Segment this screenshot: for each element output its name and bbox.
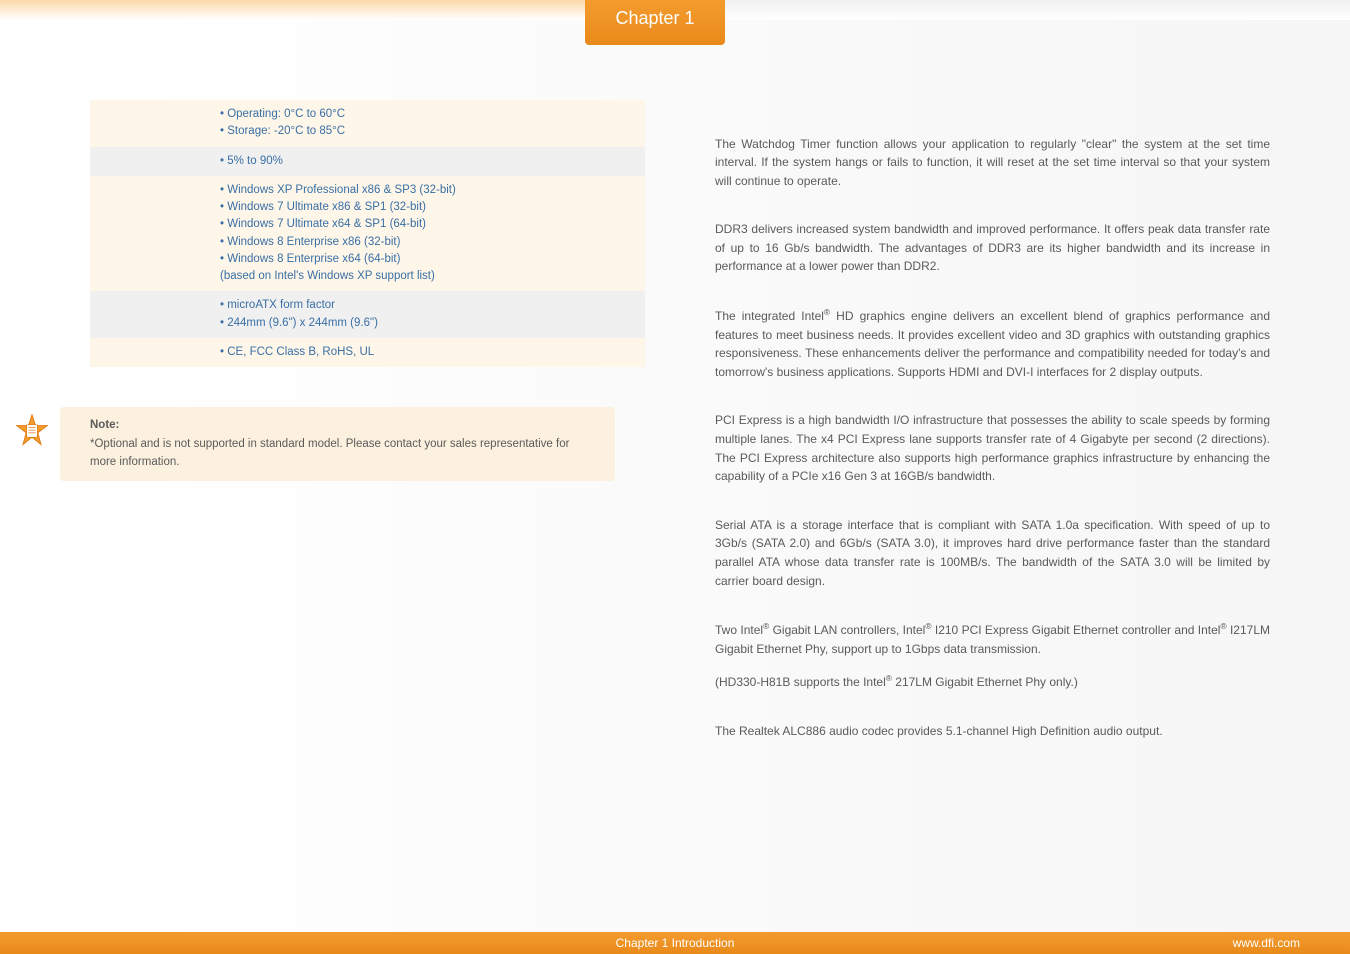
spec-label	[90, 176, 210, 292]
footer-url: www.dfi.com	[1233, 934, 1300, 952]
chapter-tab: Chapter 1	[585, 0, 725, 45]
spec-label	[90, 147, 210, 176]
note-icon	[14, 413, 50, 449]
feature-text: The Watchdog Timer function allows your …	[715, 135, 1270, 191]
feature-text: PCI Express is a high bandwidth I/O infr…	[715, 411, 1270, 485]
note-body: *Optional and is not supported in standa…	[90, 436, 590, 471]
feature-text: The Realtek ALC886 audio codec provides …	[715, 722, 1270, 741]
spec-value: • Operating: 0°C to 60°C • Storage: -20°…	[210, 100, 645, 147]
spec-value: • CE, FCC Class B, RoHS, UL	[210, 338, 645, 367]
spec-value: • Windows XP Professional x86 & SP3 (32-…	[210, 176, 645, 292]
note-title: Note:	[90, 417, 590, 434]
header-gradient-right	[725, 0, 1350, 20]
feature-block: Serial ATASerial ATA is a storage interf…	[715, 516, 1270, 590]
table-row: • Windows XP Professional x86 & SP3 (32-…	[90, 176, 645, 292]
spec-value: • microATX form factor • 244mm (9.6") x …	[210, 291, 645, 338]
feature-block: DDR3DDR3 delivers increased system bandw…	[715, 220, 1270, 276]
spec-label	[90, 291, 210, 338]
note-box: Note: *Optional and is not supported in …	[60, 407, 615, 481]
table-row: • Operating: 0°C to 60°C • Storage: -20°…	[90, 100, 645, 147]
feature-block: Gigabit LANTwo Intel® Gigabit LAN contro…	[715, 620, 1270, 692]
feature-extra: (HD330-H81B supports the Intel® 217LM Gi…	[715, 672, 1270, 692]
feature-text: DDR3 delivers increased system bandwidth…	[715, 220, 1270, 276]
feature-block: Watchdog TimerThe Watchdog Timer functio…	[715, 135, 1270, 191]
feature-block: AudioThe Realtek ALC886 audio codec prov…	[715, 722, 1270, 741]
feature-block: GraphicsThe integrated Intel® HD graphic…	[715, 306, 1270, 381]
feature-block: PCI ExpressPCI Express is a high bandwid…	[715, 411, 1270, 485]
spec-label	[90, 100, 210, 147]
footer: Chapter 1 Introduction www.dfi.com	[0, 932, 1350, 954]
feature-text: Serial ATA is a storage interface that i…	[715, 516, 1270, 590]
header-gradient-left	[0, 0, 585, 20]
table-row: • CE, FCC Class B, RoHS, UL	[90, 338, 645, 367]
feature-text: Two Intel® Gigabit LAN controllers, Inte…	[715, 620, 1270, 658]
spec-label	[90, 338, 210, 367]
table-row: • 5% to 90%	[90, 147, 645, 176]
table-row: • microATX form factor • 244mm (9.6") x …	[90, 291, 645, 338]
footer-center: Chapter 1 Introduction	[616, 934, 735, 952]
spec-value: • 5% to 90%	[210, 147, 645, 176]
feature-text: The integrated Intel® HD graphics engine…	[715, 306, 1270, 381]
spec-table: • Operating: 0°C to 60°C • Storage: -20°…	[90, 100, 645, 367]
